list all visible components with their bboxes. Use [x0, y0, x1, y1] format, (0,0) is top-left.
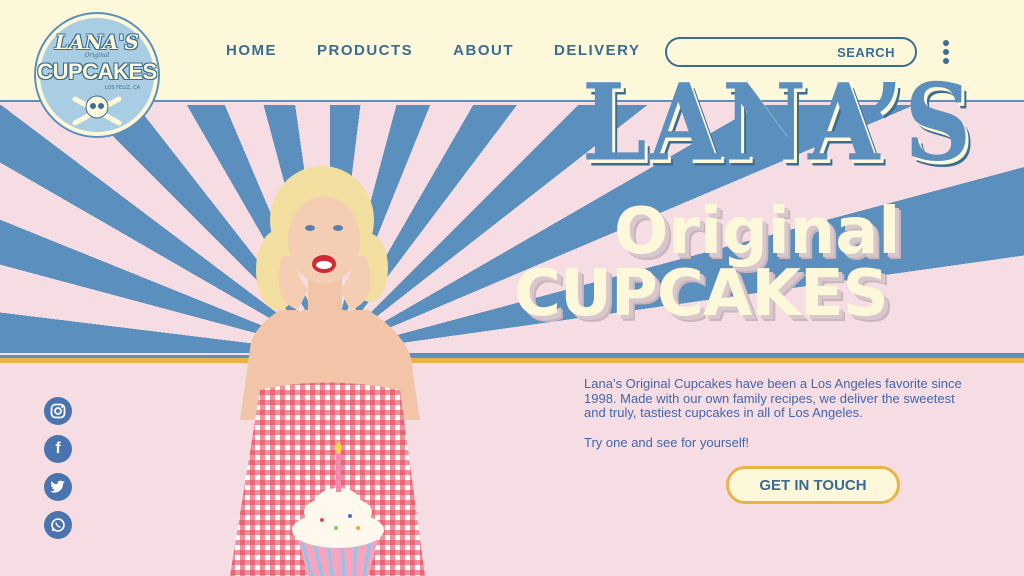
hero-cupcakes-text: CUPCAKES	[514, 257, 889, 331]
nav-home[interactable]: HOME	[226, 42, 277, 59]
social-links: f	[44, 397, 72, 549]
skull-crossbones-icon	[72, 95, 122, 126]
facebook-icon[interactable]: f	[44, 435, 72, 463]
whatsapp-icon[interactable]	[44, 511, 72, 539]
bottom-stripe	[0, 355, 1024, 363]
description-paragraph: Lana’s Original Cupcakes have been a Los…	[584, 376, 962, 420]
search-input[interactable]	[679, 43, 829, 63]
hero-description: Lana’s Original Cupcakes have been a Los…	[584, 376, 974, 450]
get-in-touch-button[interactable]: GET IN TOUCH	[726, 466, 900, 504]
logo-title: LANA'S	[55, 30, 139, 54]
twitter-icon[interactable]	[44, 473, 72, 501]
nav-products[interactable]: PRODUCTS	[317, 42, 413, 59]
logo-main-text: CUPCAKES	[37, 59, 157, 84]
hero-original-text: Original	[614, 195, 901, 269]
nav-delivery[interactable]: DELIVERY	[554, 42, 640, 59]
search-button[interactable]: SEARCH	[837, 45, 895, 60]
logo-location: LOS FELIZ, CA	[104, 85, 140, 91]
description-tagline: Try one and see for yourself!	[584, 434, 749, 450]
hero-brand-title: LANA’S	[582, 60, 974, 185]
instagram-icon[interactable]	[44, 397, 72, 425]
site-logo[interactable]: LANA'S Original CUPCAKES LOS FELIZ, CA	[36, 14, 158, 136]
logo-subtitle: Original	[84, 52, 110, 59]
search-box: SEARCH	[665, 37, 917, 67]
pinup-woman-illustration	[230, 166, 425, 576]
more-menu-icon[interactable]	[940, 40, 952, 66]
main-nav: HOME PRODUCTS ABOUT DELIVERY	[226, 42, 640, 59]
nav-about[interactable]: ABOUT	[453, 42, 514, 59]
